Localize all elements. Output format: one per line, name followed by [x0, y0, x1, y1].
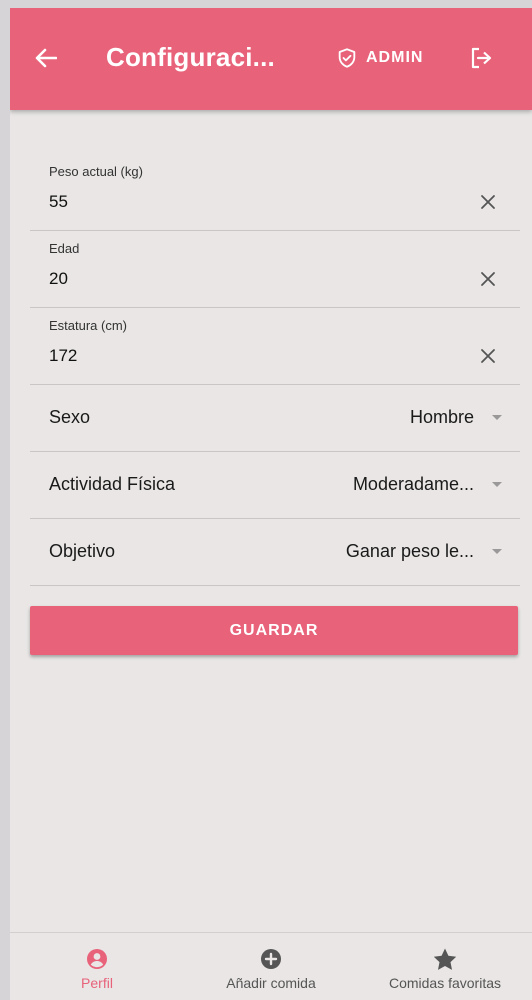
admin-label: ADMIN — [366, 49, 424, 66]
goal-value: Ganar peso le... — [345, 541, 474, 561]
star-icon — [433, 948, 457, 970]
activity-select[interactable]: Actividad Física Moderadame... — [30, 452, 520, 519]
clear-weight-button[interactable] — [478, 192, 498, 212]
close-icon — [481, 349, 495, 363]
sex-value: Hombre — [409, 407, 474, 427]
age-field: Edad — [30, 231, 520, 308]
bottom-navigation: Perfil Añadir comida Comidas favoritas — [10, 932, 532, 1000]
shield-check-icon — [338, 48, 356, 68]
arrow-left-icon — [35, 48, 57, 68]
height-input[interactable] — [49, 344, 449, 368]
sex-label: Sexo — [49, 407, 91, 427]
nav-item-add-food[interactable]: Añadir comida — [184, 933, 358, 1000]
nav-item-favorites[interactable]: Comidas favoritas — [358, 933, 532, 1000]
sex-select[interactable]: Sexo Hombre — [30, 385, 520, 452]
goal-select[interactable]: Objetivo Ganar peso le... — [30, 519, 520, 586]
admin-button[interactable]: ADMIN — [336, 44, 423, 72]
plus-circle-icon — [261, 949, 281, 969]
weight-input[interactable] — [49, 190, 449, 214]
dropdown-caret-icon — [492, 415, 502, 420]
goal-label: Objetivo — [49, 541, 116, 561]
dropdown-caret-icon — [492, 549, 502, 554]
height-field: Estatura (cm) — [30, 308, 520, 385]
age-label: Edad — [49, 241, 80, 256]
weight-label: Peso actual (kg) — [49, 164, 143, 179]
activity-label: Actividad Física — [49, 474, 176, 494]
nav-item-perfil[interactable]: Perfil — [10, 933, 184, 1000]
save-button[interactable]: GUARDAR — [30, 606, 518, 655]
close-icon — [481, 195, 495, 209]
account-circle-icon — [87, 949, 107, 969]
nav-label-perfil: Perfil — [81, 975, 113, 991]
age-input[interactable] — [49, 267, 449, 291]
logout-button[interactable] — [468, 44, 496, 72]
nav-label-favorites: Comidas favoritas — [388, 975, 502, 991]
close-icon — [481, 272, 495, 286]
profile-form: Peso actual (kg) Edad Estatura (cm) — [30, 154, 520, 586]
nav-label-add-food: Añadir comida — [226, 975, 316, 991]
back-button[interactable] — [32, 44, 60, 72]
dropdown-caret-icon — [492, 482, 502, 487]
clear-age-button[interactable] — [478, 269, 498, 289]
page-title: Configuraci... — [106, 42, 275, 72]
app-bar: Configuraci... ADMIN — [10, 8, 532, 110]
clear-height-button[interactable] — [478, 346, 498, 366]
height-label: Estatura (cm) — [49, 318, 128, 333]
logout-icon — [471, 47, 492, 69]
activity-value: Moderadame... — [352, 474, 474, 494]
weight-field: Peso actual (kg) — [30, 154, 520, 231]
app-screen: Configuraci... ADMIN Peso actual (kg) 55… — [10, 8, 532, 1000]
